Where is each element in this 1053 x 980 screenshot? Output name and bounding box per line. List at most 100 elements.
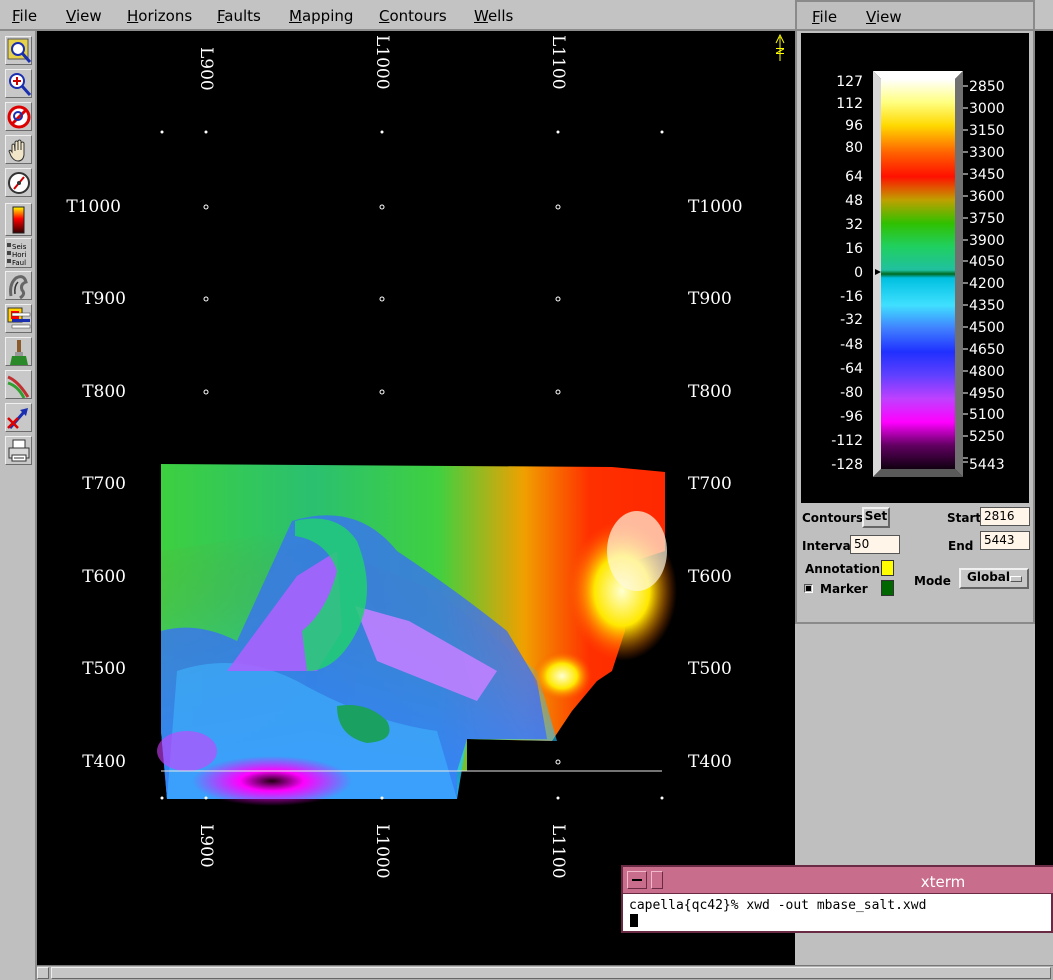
depth-label-5250: 5250 <box>969 429 1005 445</box>
layer-label-faul: Faul <box>12 259 26 267</box>
mode-value: Global <box>967 570 1011 584</box>
menu-horizons[interactable]: Horizons <box>127 7 192 25</box>
amp-label-neg112: -112 <box>831 433 863 449</box>
xterm-command-line[interactable]: capella{qc42}% xwd -out mbase_salt.xwd <box>629 898 926 913</box>
horizon-line-button[interactable] <box>5 370 32 399</box>
layers-list-icon: Seis Hori Faul <box>7 243 27 267</box>
bottom-inline-label-l1100: L1100 <box>548 824 568 879</box>
end-input[interactable]: 5443 <box>980 531 1030 550</box>
horizontal-scrollbar[interactable] <box>37 965 1053 980</box>
color-gradient-bar[interactable] <box>881 79 955 469</box>
mode-select[interactable]: Global <box>959 568 1029 589</box>
left-crossline-label-t700: T700 <box>82 474 126 494</box>
measure-button[interactable] <box>5 168 32 197</box>
amp-label-neg128: -128 <box>831 457 863 473</box>
depth-label-4350: 4350 <box>969 298 1005 314</box>
depth-label-4200: 4200 <box>969 276 1005 292</box>
color-panel-menu-file[interactable]: File <box>812 8 837 26</box>
marker-checkbox[interactable] <box>804 584 813 593</box>
colorbar-button[interactable] <box>5 203 32 236</box>
depth-label-4950: 4950 <box>969 386 1005 402</box>
main-menubar: File View Horizons Faults Mapping Contou… <box>0 0 800 31</box>
menu-mapping[interactable]: Mapping <box>289 7 353 25</box>
depth-label-4650: 4650 <box>969 342 1005 358</box>
interval-label: Interval <box>802 539 855 553</box>
well-arrow-button[interactable] <box>5 403 32 432</box>
start-input[interactable]: 2816 <box>980 507 1030 526</box>
text-cursor <box>630 914 638 927</box>
xterm-window: xterm capella{qc42}% xwd -out mbase_salt… <box>621 865 1053 933</box>
north-arrow: N <box>773 33 786 61</box>
menu-view[interactable]: View <box>66 7 102 25</box>
zoom-in-button[interactable] <box>5 69 32 98</box>
scroll-thumb[interactable] <box>51 967 1051 979</box>
left-crossline-label-t500: T500 <box>82 659 126 679</box>
pan-button[interactable] <box>5 135 32 164</box>
contours-label: Contours: <box>802 511 868 525</box>
color-scale-panel: File View 127 112 96 80 64 48 32 16 0 -1… <box>795 0 1035 624</box>
depth-label-3000: 3000 <box>969 101 1005 117</box>
background-window-edge <box>1035 0 1053 865</box>
display-settings-icon <box>7 307 31 329</box>
colorbar-icon <box>12 206 25 234</box>
depth-label-4800: 4800 <box>969 364 1005 380</box>
zoom-in-icon <box>9 73 31 96</box>
color-panel-menubar: File View <box>797 2 1033 31</box>
left-crossline-label-t400: T400 <box>82 752 126 772</box>
paint-brush-icon <box>10 340 28 365</box>
amp-label-neg96: -96 <box>840 409 863 425</box>
bottom-inline-label-l1000: L1000 <box>372 824 392 879</box>
colorbar-area: 127 112 96 80 64 48 32 16 0 -16 -32 -48 … <box>801 33 1029 503</box>
interval-input[interactable]: 50 <box>850 535 900 554</box>
depth-label-4500: 4500 <box>969 320 1005 336</box>
menu-faults[interactable]: Faults <box>217 7 261 25</box>
amp-label-0: 0 <box>854 265 863 281</box>
left-crossline-label-t900: T900 <box>82 289 126 309</box>
right-crossline-label-t700: T700 <box>688 474 732 494</box>
map-canvas[interactable]: N L900 L1000 L1100 L900 L1000 L1100 T100… <box>37 31 795 965</box>
annotation-color-swatch[interactable] <box>881 560 894 576</box>
right-crossline-label-t600: T600 <box>688 567 732 587</box>
print-button[interactable] <box>5 436 32 465</box>
horizon-line-icon <box>7 375 30 398</box>
amp-label-127: 127 <box>836 74 863 90</box>
north-label: N <box>773 47 786 55</box>
layers-list-button[interactable]: Seis Hori Faul <box>5 238 32 268</box>
end-label: End <box>948 539 974 553</box>
amp-label-112: 112 <box>836 96 863 112</box>
paint-brush-button[interactable] <box>5 337 32 366</box>
no-zoom-icon <box>7 105 31 129</box>
depth-label-3300: 3300 <box>969 145 1005 161</box>
measure-icon <box>8 172 30 194</box>
fault-trace-button[interactable] <box>5 271 32 300</box>
amp-label-neg48: -48 <box>840 337 863 353</box>
xterm-titlebar[interactable]: xterm <box>623 867 1053 894</box>
tool-palette: Seis Hori Faul <box>0 31 37 980</box>
zoom-fit-button[interactable] <box>5 36 32 65</box>
menu-file[interactable]: File <box>12 7 37 25</box>
scroll-left-arrow[interactable] <box>37 967 49 979</box>
color-panel-menu-view[interactable]: View <box>866 8 902 26</box>
well-arrow-icon <box>7 408 28 429</box>
marker-color-swatch[interactable] <box>881 580 894 596</box>
layer-label-hori: Hori <box>12 251 26 259</box>
display-settings-button[interactable] <box>5 304 32 333</box>
menu-contours[interactable]: Contours <box>379 7 447 25</box>
amp-label-neg80: -80 <box>840 385 863 401</box>
amp-label-80: 80 <box>845 140 863 156</box>
amp-label-64: 64 <box>845 169 863 185</box>
no-zoom-button[interactable] <box>5 102 32 131</box>
right-crossline-label-t500: T500 <box>688 659 732 679</box>
marker-label: Marker <box>820 582 868 596</box>
left-crossline-label-t800: T800 <box>82 382 126 402</box>
amp-label-48: 48 <box>845 193 863 209</box>
right-crossline-label-t400: T400 <box>688 752 732 772</box>
contours-set-button[interactable]: Set <box>862 507 890 528</box>
bottom-inline-label-l900: L900 <box>196 824 216 868</box>
depth-label-2850: 2850 <box>969 79 1005 95</box>
top-inline-label-l1100: L1100 <box>548 35 568 90</box>
print-icon <box>8 439 30 462</box>
amp-label-96: 96 <box>845 118 863 134</box>
right-crossline-label-t1000: T1000 <box>688 197 743 217</box>
menu-wells[interactable]: Wells <box>474 7 513 25</box>
